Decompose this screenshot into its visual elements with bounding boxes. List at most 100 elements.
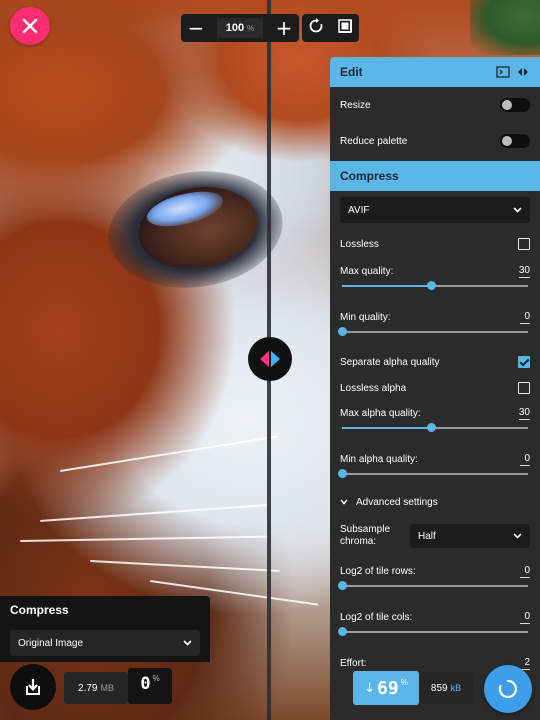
original-percent: 0 % — [128, 668, 172, 704]
compress-header: Compress — [330, 161, 540, 191]
subsample-label-line-2: chroma: — [340, 536, 377, 547]
zoom-unit: % — [247, 23, 255, 33]
import-settings-icon[interactable] — [496, 66, 510, 78]
whisker — [19, 535, 270, 542]
reduce-palette-label: Reduce palette — [340, 135, 408, 147]
lossless-row: Lossless — [330, 227, 540, 261]
format-select[interactable]: AVIF — [340, 197, 530, 223]
reduce-palette-toggle[interactable] — [500, 134, 530, 148]
resize-row: Resize — [330, 87, 540, 123]
tile-rows-input[interactable]: 0 — [520, 565, 530, 578]
rotate-button[interactable] — [308, 17, 324, 39]
edit-header: Edit — [330, 57, 540, 87]
original-percent-unit: % — [152, 674, 160, 683]
subsample-label-line-1: Subsample — [340, 523, 391, 535]
max-quality-input[interactable]: 30 — [518, 265, 530, 278]
subsample-value: Half — [418, 530, 436, 542]
compressed-percent-unit: % — [400, 678, 408, 687]
rotate-icon — [309, 17, 323, 32]
max-quality-row: Max quality: 30 — [330, 261, 540, 281]
lossless-alpha-checkbox[interactable] — [518, 382, 530, 394]
min-quality-row: Min quality: 0 — [330, 307, 540, 327]
lossless-alpha-label: Lossless alpha — [340, 382, 407, 394]
original-size: 2.79 MB — [64, 672, 128, 704]
split-handle[interactable] — [248, 337, 292, 381]
compressed-size-unit: kB — [450, 683, 462, 693]
format-value: AVIF — [348, 204, 370, 216]
lossless-label: Lossless — [340, 238, 379, 250]
tile-cols-label: Log2 of tile cols: — [340, 611, 413, 623]
reduce-palette-row: Reduce palette — [330, 123, 540, 159]
download-button[interactable] — [10, 664, 56, 710]
subsample-row: Subsample chroma: Half — [330, 519, 540, 553]
min-alpha-quality-slider[interactable] — [338, 469, 530, 479]
max-quality-label: Max quality: — [340, 265, 394, 277]
chevron-down-icon — [513, 533, 522, 539]
advanced-settings-label: Advanced settings — [356, 496, 438, 508]
resize-toggle[interactable] — [500, 98, 530, 112]
max-alpha-quality-input[interactable]: 30 — [518, 407, 530, 420]
original-size-value: 2.79 — [78, 682, 98, 694]
left-options-panel: Compress Original Image — [0, 596, 210, 662]
zoom-controls: − 100 % + — [181, 14, 299, 42]
download-icon — [26, 679, 40, 695]
tile-rows-row: Log2 of tile rows: 0 — [330, 561, 540, 581]
compress-title: Compress — [340, 169, 399, 183]
compressed-size: 859 kB — [419, 672, 473, 704]
tile-cols-input[interactable]: 0 — [520, 611, 530, 624]
loading-spinner-icon — [498, 679, 517, 699]
swap-sides-icon[interactable] — [516, 66, 530, 78]
separate-alpha-label: Separate alpha quality — [340, 356, 440, 368]
tile-cols-row: Log2 of tile cols: 0 — [330, 607, 540, 627]
zoom-input[interactable]: 100 % — [217, 18, 263, 38]
whisker — [89, 560, 280, 572]
min-quality-input[interactable]: 0 — [520, 311, 530, 324]
separate-alpha-checkbox[interactable] — [518, 356, 530, 368]
min-alpha-quality-input[interactable]: 0 — [520, 453, 530, 466]
zoom-toolbar: − 100 % + — [181, 14, 359, 42]
resize-label: Resize — [340, 99, 371, 111]
left-format-select[interactable]: Original Image — [10, 630, 200, 656]
background-foliage — [470, 0, 540, 55]
max-quality-slider[interactable] — [340, 281, 530, 291]
max-alpha-quality-row: Max alpha quality: 30 — [330, 403, 540, 423]
max-alpha-quality-label: Max alpha quality: — [340, 407, 421, 419]
separate-alpha-row: Separate alpha quality — [330, 349, 540, 375]
max-alpha-quality-slider[interactable] — [340, 423, 530, 433]
options-panel: Edit Resize Reduce palette Compress AVIF… — [330, 57, 540, 720]
advanced-settings-toggle[interactable]: Advanced settings — [330, 489, 540, 515]
subsample-select[interactable]: Half — [410, 524, 530, 548]
processing-button[interactable] — [484, 665, 532, 713]
original-size-unit: MB — [100, 683, 114, 693]
left-compress-title: Compress — [10, 603, 69, 617]
tile-rows-slider[interactable] — [338, 581, 530, 591]
tile-cols-slider[interactable] — [338, 627, 530, 637]
background-toggle-button[interactable] — [337, 18, 353, 39]
compressed-size-value: 859 — [430, 682, 448, 694]
lossless-checkbox[interactable] — [518, 238, 530, 250]
close-button[interactable] — [10, 7, 50, 45]
subsample-label: Subsample chroma: — [340, 524, 390, 549]
close-icon — [22, 18, 38, 34]
left-format-value: Original Image — [18, 637, 84, 649]
edit-title: Edit — [340, 65, 363, 79]
min-alpha-quality-row: Min alpha quality: 0 — [330, 449, 540, 469]
effort-input[interactable]: 2 — [520, 657, 530, 670]
arrow-right-icon — [271, 351, 280, 367]
arrow-left-icon — [260, 351, 269, 367]
original-percent-value: 0 — [140, 674, 151, 694]
whisker — [39, 503, 270, 522]
min-quality-label: Min quality: — [340, 311, 391, 323]
down-arrow-icon: ↓ — [364, 680, 376, 696]
effort-label: Effort: — [340, 657, 367, 669]
zoom-out-button[interactable]: − — [185, 16, 207, 40]
compressed-percent: ↓ 69 % — [353, 671, 419, 705]
zoom-value: 100 — [225, 22, 245, 34]
chevron-down-icon — [183, 640, 192, 646]
chevron-down-icon — [513, 207, 522, 213]
min-quality-slider[interactable] — [338, 327, 530, 337]
compressed-percent-value: 69 — [377, 677, 399, 699]
view-controls — [302, 14, 359, 42]
lossless-alpha-row: Lossless alpha — [330, 375, 540, 401]
zoom-in-button[interactable]: + — [273, 16, 295, 40]
